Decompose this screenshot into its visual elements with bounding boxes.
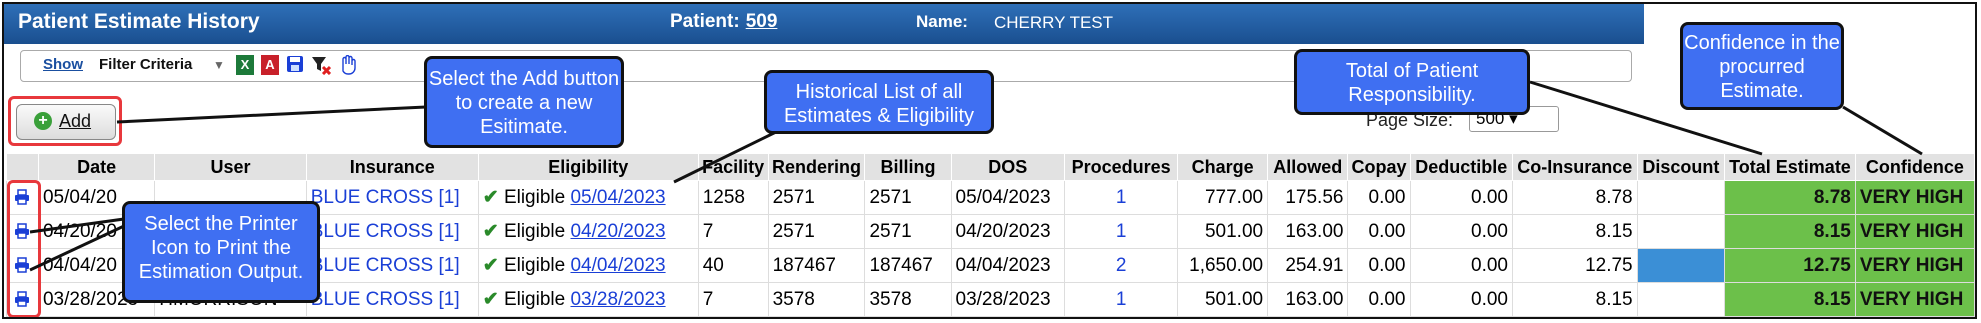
printer-callout-arrow-2 (29, 224, 125, 272)
printer-callout-arrow-1 (29, 217, 125, 234)
callout-add: Select the Add button to create a new Es… (424, 56, 624, 148)
confidence-callout-arrow (1842, 105, 1923, 156)
add-callout-arrow (116, 105, 427, 124)
estimate-history-window: Patient Estimate History Patient: 509 Nam… (2, 2, 1977, 319)
callout-confidence: Confidence in the procurred Estimate. (1680, 22, 1844, 110)
history-callout-arrow (673, 130, 777, 184)
callout-history: Historical List of all Estimates & Eligi… (764, 70, 994, 134)
callout-printer: Select the Printer Icon to Print the Est… (122, 201, 320, 303)
callout-total: Total of Patient Responsibility. (1294, 49, 1530, 115)
